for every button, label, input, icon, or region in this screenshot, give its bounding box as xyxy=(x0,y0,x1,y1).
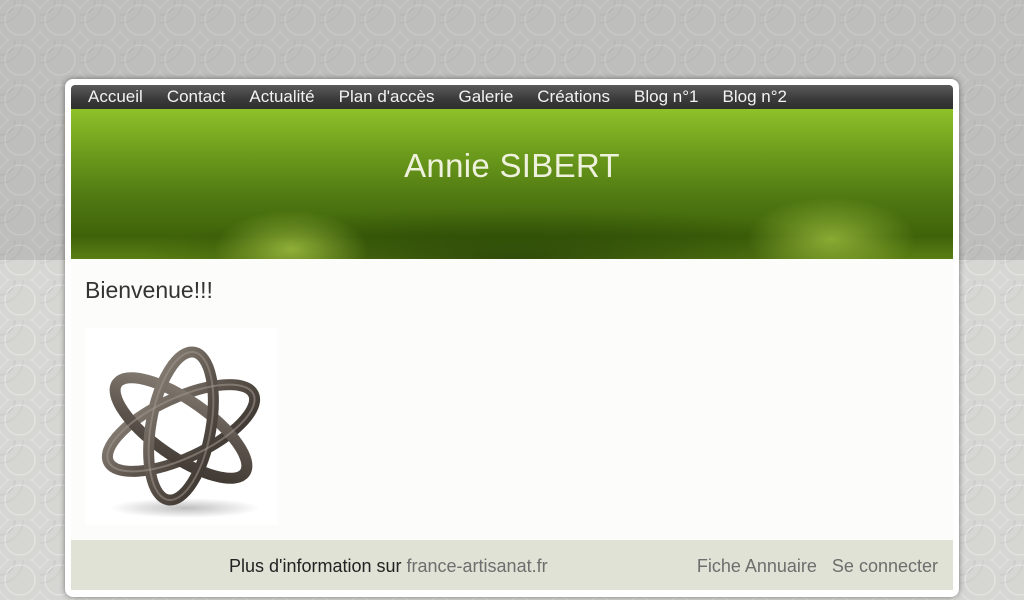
fiche-annuaire-link[interactable]: Fiche Annuaire xyxy=(697,556,817,576)
nav-item-blog-2[interactable]: Blog n°2 xyxy=(711,85,799,109)
site-title[interactable]: Annie SIBERT xyxy=(71,147,953,185)
metal-knot-sculpture-icon xyxy=(101,346,261,518)
footer-info-prefix: Plus d'information sur xyxy=(229,556,407,576)
nav-item-creations[interactable]: Créations xyxy=(525,85,622,109)
sculpture-image[interactable] xyxy=(85,328,278,525)
nav-item-galerie[interactable]: Galerie xyxy=(446,85,525,109)
login-link[interactable]: Se connecter xyxy=(832,556,938,576)
footer: Plus d'information sur france-artisanat.… xyxy=(71,540,953,590)
france-artisanat-link[interactable]: france-artisanat.fr xyxy=(407,556,548,576)
page-heading: Bienvenue!!! xyxy=(85,277,213,303)
header-banner: Annie SIBERT xyxy=(71,109,953,259)
footer-info: Plus d'information sur france-artisanat.… xyxy=(229,556,548,577)
footer-links: Fiche Annuaire Se connecter xyxy=(687,556,938,577)
nav-item-actualite[interactable]: Actualité xyxy=(237,85,326,109)
nav-item-accueil[interactable]: Accueil xyxy=(76,85,155,109)
main-navigation: Accueil Contact Actualité Plan d'accès G… xyxy=(71,85,953,109)
main-content: Bienvenue!!! xyxy=(71,259,953,540)
nav-item-contact[interactable]: Contact xyxy=(155,85,238,109)
nav-list: Accueil Contact Actualité Plan d'accès G… xyxy=(71,85,953,109)
nav-item-plan-acces[interactable]: Plan d'accès xyxy=(327,85,447,109)
nav-item-blog-1[interactable]: Blog n°1 xyxy=(622,85,710,109)
